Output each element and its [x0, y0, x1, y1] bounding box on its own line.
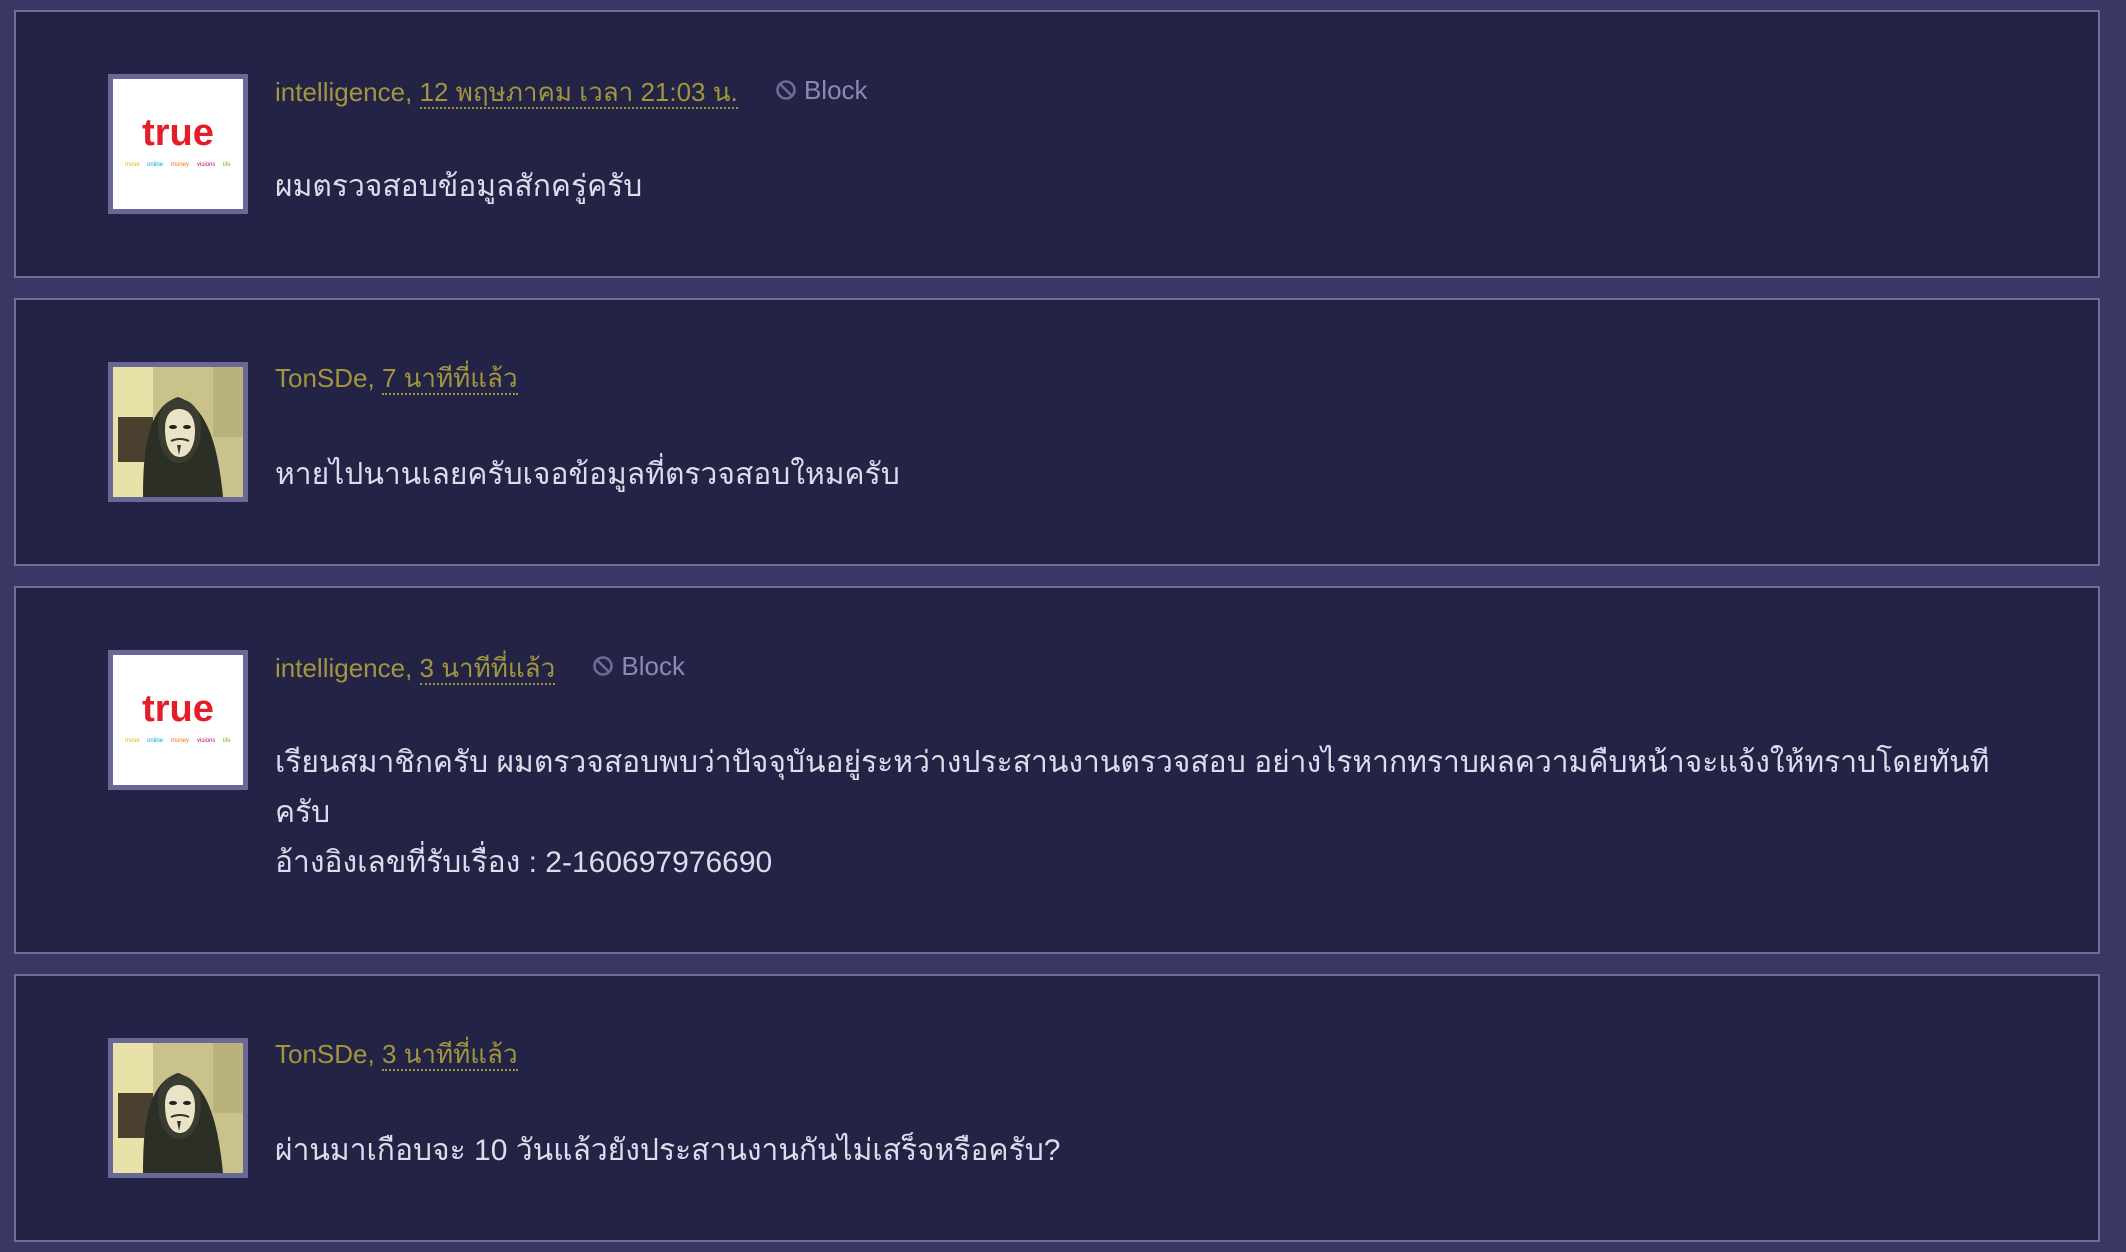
- logo-tagline-item: visions: [197, 738, 215, 744]
- comment-body: เรียนสมาชิกครับ ผมตรวจสอบพบว่าปัจจุบันอย…: [275, 738, 2028, 888]
- block-icon: [593, 656, 614, 676]
- comment-card: true move online money visions life inte…: [14, 10, 2100, 278]
- author-name[interactable]: intelligence,: [275, 653, 412, 683]
- logo-tagline-item: online: [147, 738, 164, 744]
- block-icon: [776, 80, 796, 100]
- logo-tagline-item: money: [171, 738, 189, 744]
- comment-card: TonSDe, 7 นาทีที่แล้ว หายไปนานเลยครับเจอ…: [14, 298, 2100, 566]
- logo-wordmark: true: [142, 112, 214, 154]
- logo-tagline-item: money: [171, 162, 189, 168]
- timestamp[interactable]: 3 นาทีที่แล้ว: [381, 1039, 518, 1071]
- comment-meta: TonSDe, 3 นาทีที่แล้ว: [275, 1039, 518, 1071]
- logo-tagline-item: life: [223, 738, 231, 744]
- comment-meta: TonSDe, 7 นาทีที่แล้ว: [275, 363, 518, 395]
- timestamp[interactable]: 12 พฤษภาคม เวลา 21:03 น.: [419, 77, 738, 109]
- comment-meta: intelligence, 12 พฤษภาคม เวลา 21:03 น. B…: [275, 75, 868, 109]
- comment-card: true move online money visions life inte…: [14, 586, 2100, 954]
- author-name[interactable]: TonSDe,: [275, 1039, 375, 1069]
- true-logo-icon: true move online money visions life: [125, 688, 231, 744]
- timestamp[interactable]: 7 นาทีที่แล้ว: [381, 363, 518, 395]
- masked-user-photo-icon: [113, 367, 243, 497]
- comment-card: TonSDe, 3 นาทีที่แล้ว ผ่านมาเกือบจะ 10 ว…: [14, 974, 2100, 1242]
- block-button[interactable]: Block: [592, 651, 685, 681]
- avatar[interactable]: true move online money visions life: [108, 74, 248, 214]
- comment-text: หายไปนานเลยครับเจอข้อมูลที่ตรวจสอบใหมครั…: [275, 458, 900, 491]
- block-label: Block: [803, 75, 868, 105]
- comment-body: ผ่านมาเกือบจะ 10 วันแล้วยังประสานงานกันไ…: [275, 1126, 2028, 1176]
- comment-text: ครับ: [275, 796, 331, 829]
- comment-body: หายไปนานเลยครับเจอข้อมูลที่ตรวจสอบใหมครั…: [275, 450, 2028, 500]
- comment-body: ผมตรวจสอบข้อมูลสักครู่ครับ: [275, 162, 2028, 212]
- avatar[interactable]: [108, 362, 248, 502]
- block-label: Block: [621, 651, 685, 681]
- avatar[interactable]: true move online money visions life: [108, 650, 248, 790]
- comment-text: ผมตรวจสอบข้อมูลสักครู่ครับ: [275, 170, 643, 203]
- author-name[interactable]: intelligence,: [275, 77, 412, 107]
- comment-text: เรียนสมาชิกครับ ผมตรวจสอบพบว่าปัจจุบันอย…: [275, 746, 1990, 779]
- author-name[interactable]: TonSDe,: [275, 363, 375, 393]
- true-logo-icon: true move online money visions life: [125, 112, 231, 168]
- comment-text: ผ่านมาเกือบจะ 10 วันแล้วยังประสานงานกันไ…: [275, 1134, 1061, 1167]
- reference-number: อ้างอิงเลขที่รับเรื่อง : 2-160697976690: [275, 846, 773, 879]
- avatar[interactable]: [108, 1038, 248, 1178]
- logo-tagline-item: life: [223, 162, 231, 168]
- block-button[interactable]: Block: [775, 75, 868, 105]
- masked-user-photo-icon: [113, 1043, 243, 1173]
- comment-meta: intelligence, 3 นาทีที่แล้ว Block: [275, 651, 685, 685]
- logo-tagline-item: visions: [197, 162, 215, 168]
- logo-wordmark: true: [142, 688, 214, 730]
- logo-tagline-item: online: [147, 162, 164, 168]
- logo-tagline-item: move: [125, 162, 140, 168]
- logo-tagline-item: move: [125, 738, 140, 744]
- timestamp[interactable]: 3 นาทีที่แล้ว: [419, 653, 556, 685]
